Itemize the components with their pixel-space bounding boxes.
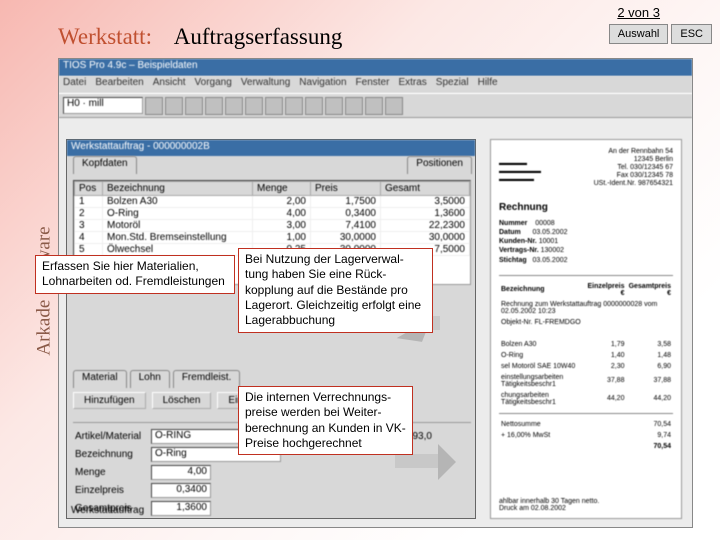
- menu-item[interactable]: Fenster: [356, 77, 390, 92]
- toolbar-icon[interactable]: [365, 97, 383, 115]
- menu-item[interactable]: Extras: [398, 77, 426, 92]
- toolbar-icon[interactable]: [205, 97, 223, 115]
- invoice-meta: Nummer 00008 Datum 03.05.2002 Kunden-Nr.…: [499, 219, 673, 264]
- toolbar-icon[interactable]: [265, 97, 283, 115]
- table-row[interactable]: 3Motoröl3,007,410022,2300: [75, 220, 470, 232]
- entry-type-tabs: Material Lohn Fremdleist.: [73, 370, 243, 388]
- artikel-label: Artikel/Material: [73, 431, 151, 442]
- bestand-value: 93,0: [412, 431, 431, 442]
- menu-item[interactable]: Navigation: [299, 77, 346, 92]
- callout-materials: Erfassen Sie hier Materialien, Lohnarbei…: [35, 255, 235, 294]
- tab-kopfdaten[interactable]: Kopfdaten: [73, 156, 137, 174]
- esc-button[interactable]: ESC: [671, 24, 712, 44]
- app-menubar: Datei Bearbeiten Ansicht Vorgang Verwalt…: [59, 76, 692, 93]
- menge-field[interactable]: 4,00: [151, 465, 211, 480]
- ep-field[interactable]: 0,3400: [151, 483, 211, 498]
- status-bar: Werkstattauftrag: [71, 505, 144, 516]
- slide-title: Werkstatt: Auftragserfassung: [58, 24, 342, 50]
- menu-item[interactable]: Hilfe: [478, 77, 498, 92]
- page-counter: 2 von 3: [617, 5, 660, 20]
- title-prefix: Werkstatt:: [58, 24, 152, 49]
- app-toolbar: H0 · mill: [59, 93, 692, 118]
- ep-label: Einzelpreis: [73, 485, 151, 496]
- tab-positionen[interactable]: Positionen: [407, 156, 472, 174]
- toolbar-icon[interactable]: [165, 97, 183, 115]
- invoice-footer: ahlbar innerhalb 30 Tagen netto. Druck a…: [499, 498, 599, 512]
- col-menge: Menge: [253, 182, 311, 196]
- nav-buttons: Auswahl ESC: [609, 24, 712, 44]
- invoice-sum: Nettosumme70,54 + 16,00% MwSt9,74 70,54: [499, 418, 673, 453]
- gp-field[interactable]: 1,3600: [151, 501, 211, 516]
- menu-item[interactable]: Bearbeiten: [95, 77, 143, 92]
- callout-lager: Bei Nutzung der Lagerverwal- tung haben …: [238, 248, 433, 333]
- title-main: Auftragserfassung: [174, 24, 343, 49]
- toolbar-icon[interactable]: [185, 97, 203, 115]
- menu-item[interactable]: Verwaltung: [241, 77, 290, 92]
- callout-preise: Die internen Verrechnungs- preise werden…: [238, 386, 413, 455]
- bez-label: Bezeichnung: [73, 449, 151, 460]
- menge-label: Menge: [73, 467, 151, 478]
- col-gesamt: Gesamt: [381, 182, 470, 196]
- invoice-lines: BezeichnungEinzelpreis €Gesamtpreis € Re…: [499, 280, 673, 409]
- table-row[interactable]: 4Mon.Std. Bremseinstellung1,0030,000030,…: [75, 232, 470, 244]
- tab-lohn[interactable]: Lohn: [130, 370, 170, 388]
- toolbar-icon[interactable]: [305, 97, 323, 115]
- toolbar-icon[interactable]: [225, 97, 243, 115]
- auswahl-button[interactable]: Auswahl: [609, 24, 669, 44]
- toolbar-combo[interactable]: H0 · mill: [63, 97, 143, 114]
- toolbar-icon[interactable]: [325, 97, 343, 115]
- toolbar-icon[interactable]: [145, 97, 163, 115]
- hinzufuegen-button[interactable]: Hinzufügen: [73, 392, 146, 409]
- invoice-title: Rechnung: [499, 202, 673, 213]
- menu-item[interactable]: Spezial: [436, 77, 469, 92]
- col-preis: Preis: [311, 182, 381, 196]
- table-row[interactable]: 2O-Ring4,000,34001,3600: [75, 208, 470, 220]
- invoice-preview: An der Rennbahn 54 12345 Berlin Tel. 030…: [490, 139, 682, 519]
- tab-material[interactable]: Material: [73, 370, 127, 388]
- artikel-field[interactable]: O-RING: [151, 429, 241, 444]
- toolbar-icon[interactable]: [385, 97, 403, 115]
- loeschen-button[interactable]: Löschen: [152, 392, 212, 409]
- invoice-own-addr: An der Rennbahn 54 12345 Berlin Tel. 030…: [594, 148, 673, 188]
- toolbar-icon[interactable]: [285, 97, 303, 115]
- table-row[interactable]: 1Bolzen A302,001,75003,5000: [75, 196, 470, 208]
- menu-item[interactable]: Vorgang: [195, 77, 232, 92]
- toolbar-icon[interactable]: [345, 97, 363, 115]
- subwindow-title: Werkstattauftrag - 000000002B: [67, 140, 475, 156]
- app-titlebar: TIOS Pro 4.9c – Beispieldaten: [59, 59, 692, 76]
- menu-item[interactable]: Datei: [63, 77, 86, 92]
- menu-item[interactable]: Ansicht: [153, 77, 186, 92]
- subwindow-tabs: Kopfdaten Positionen: [67, 156, 475, 174]
- tab-fremdleist[interactable]: Fremdleist.: [173, 370, 240, 388]
- arrow-icon: [438, 444, 456, 480]
- col-bez: Bezeichnung: [103, 182, 253, 196]
- col-pos: Pos: [75, 182, 103, 196]
- toolbar-icon[interactable]: [245, 97, 263, 115]
